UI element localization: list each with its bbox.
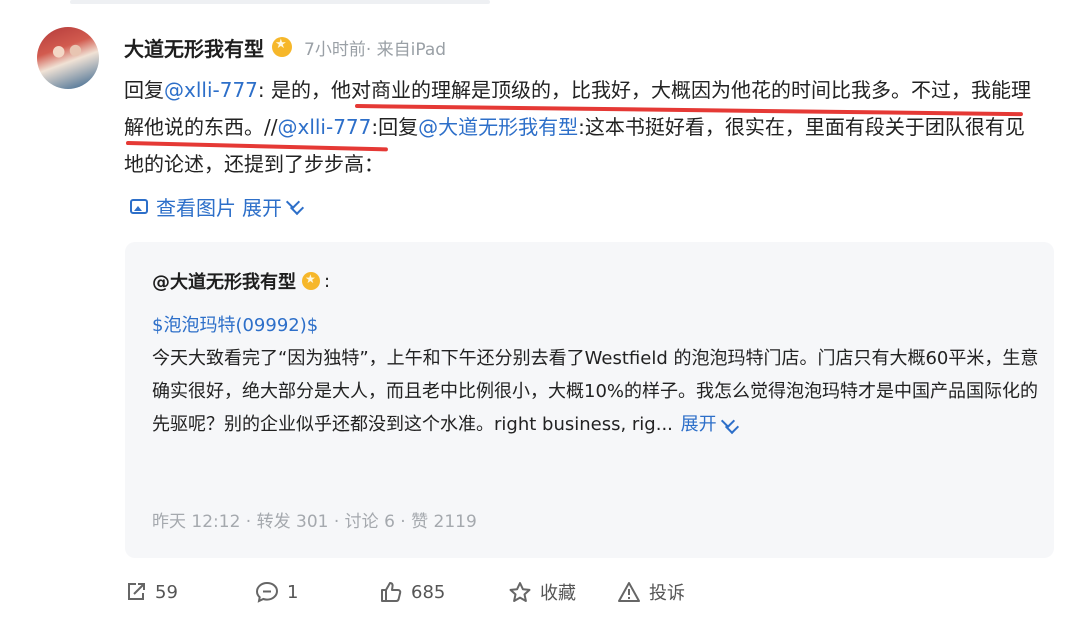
mention-link[interactable]: @大道无形我有型 [418, 115, 578, 139]
report-button[interactable]: 投诉 [617, 576, 685, 608]
quoted-author-colon: : [324, 270, 331, 292]
warning-icon [618, 582, 640, 602]
username[interactable]: 大道无形我有型 [124, 33, 264, 62]
stock-tag[interactable]: $泡泡玛特(09992)$ [152, 309, 1042, 342]
star-icon [509, 582, 531, 602]
expand-link[interactable]: 展开 [242, 192, 282, 221]
share-count: 59 [155, 581, 178, 603]
favorite-button[interactable]: 收藏 [508, 576, 576, 608]
like-button[interactable]: 685 [379, 576, 445, 608]
post-meta: 7小时前· 来自iPad [304, 39, 447, 60]
quoted-expand-link[interactable]: 展开 [681, 414, 717, 435]
image-icon [130, 198, 148, 214]
post-text: 回复@xlli-777: 是的，他对商业的理解是顶级的，比我好，大概因为他花的时… [124, 72, 1044, 183]
quoted-stats: 昨天 12:12 · 转发 301 · 讨论 6 · 赞 2119 [152, 512, 477, 532]
share-icon [128, 583, 145, 600]
verified-badge-icon [272, 37, 292, 57]
avatar[interactable] [37, 27, 99, 89]
mention-link[interactable]: @xlli-777 [164, 78, 258, 102]
report-label: 投诉 [649, 583, 685, 604]
quoted-post-card[interactable]: @大道无形我有型 : $泡泡玛特(09992)$ 今天大致看完了“因为独特”，上… [125, 242, 1054, 558]
reply-prefix: 回复 [124, 78, 164, 102]
action-bar: 59 1 685 收藏 投诉 [125, 576, 725, 608]
text-segment: 。// [244, 115, 278, 139]
like-count: 685 [411, 581, 446, 603]
highlighted-text: 他对商业的理解是顶级的，比我好，大概因为他花的时间比我多。 [331, 78, 912, 102]
comment-button[interactable]: 1 [255, 576, 298, 608]
text-segment: :回复 [371, 115, 419, 139]
quoted-author[interactable]: @大道无形我有型 [152, 268, 296, 294]
verified-badge-icon [302, 272, 320, 290]
view-images-link[interactable]: 查看图片 [156, 192, 236, 221]
quoted-body: $泡泡玛特(09992)$ 今天大致看完了“因为独特”，上午和下午还分别去看了W… [152, 309, 1042, 441]
thumbs-up-icon [381, 582, 402, 602]
top-divider [70, 0, 490, 4]
post-actions-inline: 查看图片 展开 [130, 191, 305, 221]
favorite-label: 收藏 [540, 583, 576, 604]
mention-link[interactable]: @xlli-777 [277, 115, 371, 139]
quoted-text: 今天大致看完了“因为独特”，上午和下午还分别去看了Westfield 的泡泡玛特… [152, 348, 1039, 435]
share-button[interactable]: 59 [125, 576, 178, 608]
comment-icon [255, 581, 279, 603]
comment-count: 1 [287, 581, 299, 603]
quoted-author-row: @大道无形我有型 : [152, 268, 330, 294]
post-header: 大道无形我有型 7小时前· 来自iPad [124, 32, 446, 62]
text-segment: : 是的， [257, 78, 332, 102]
